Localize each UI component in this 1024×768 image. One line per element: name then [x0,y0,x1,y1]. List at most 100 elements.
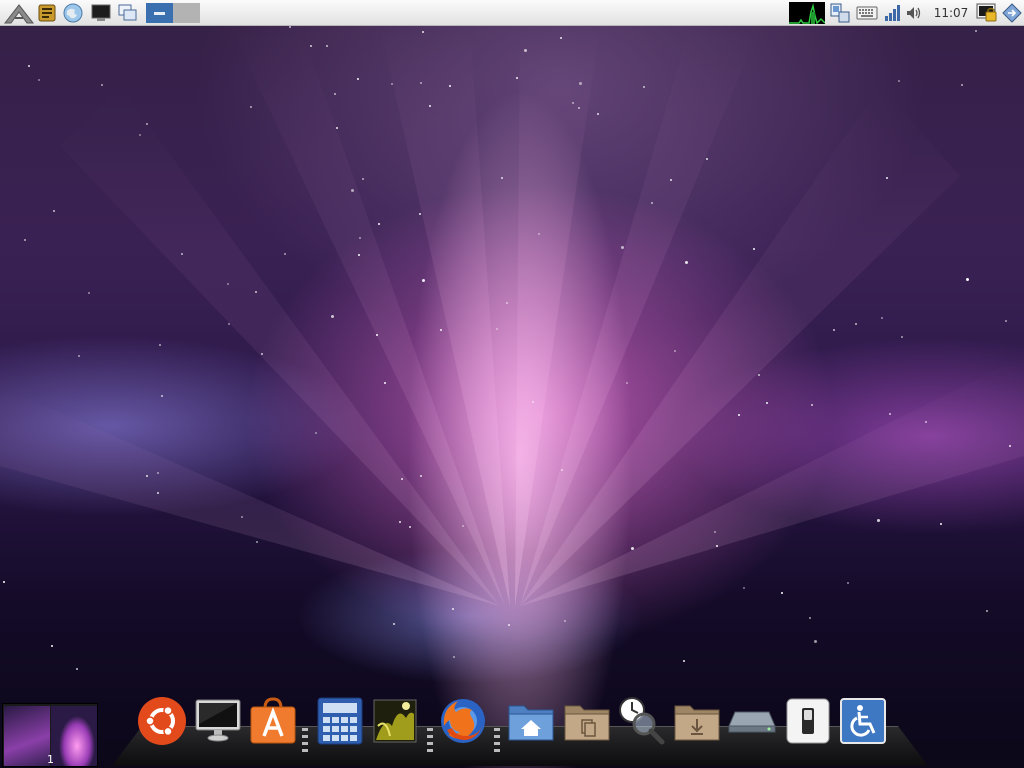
dock-item-documents-folder[interactable] [562,696,612,746]
star [1009,445,1011,447]
keyboard-layout-button[interactable] [855,2,879,24]
star [157,472,159,474]
dock-item-search[interactable] [616,696,666,746]
dock-item-switch[interactable] [783,696,833,746]
star [564,620,566,622]
lock-screen-button[interactable] [975,2,999,24]
star [966,278,969,281]
dock-item-downloads-folder[interactable] [672,696,722,746]
star [331,315,334,318]
notes-launcher[interactable] [37,2,57,24]
star [359,237,361,239]
star [898,80,900,82]
desktop-wallpaper[interactable] [0,26,1024,768]
dock-item-calculator[interactable] [315,696,365,746]
logout-button[interactable] [1001,2,1023,24]
star [975,30,977,32]
dock-item-drive[interactable] [727,696,777,746]
star [781,592,783,594]
star [758,374,760,376]
star [561,469,563,471]
star [384,382,386,384]
signal-indicator[interactable] [883,2,903,24]
app-menu-button[interactable] [2,2,36,24]
documents-folder-icon [564,705,610,741]
dock-item-monitor[interactable] [193,696,243,746]
star [336,127,338,129]
star [532,401,534,403]
star [391,83,393,85]
dock-item-firefox[interactable] [438,696,488,746]
star [146,123,148,125]
star [440,329,442,331]
star [3,581,5,583]
star [706,158,708,160]
star [901,336,903,338]
downloads-folder-icon [674,705,720,741]
star [429,105,431,107]
dock-item-software-center[interactable] [248,696,298,746]
dock-item-ubuntu[interactable] [137,696,187,746]
web-browser-icon [63,3,83,23]
star [453,656,455,658]
star [814,640,817,643]
star [621,246,624,249]
star [538,233,540,235]
workspace-2-thumbnail[interactable] [51,706,97,766]
star [881,317,883,319]
star [716,545,718,547]
star [139,134,141,136]
home-folder-icon [508,705,554,741]
star [462,525,464,527]
dock-item-home-folder[interactable] [506,696,556,746]
web-browser-launcher[interactable] [62,2,84,24]
star [227,283,229,285]
star [449,85,451,87]
star [631,547,634,550]
star [683,660,685,662]
star [809,617,811,619]
star [560,37,562,39]
show-desktop-button[interactable] [146,3,200,23]
cpu-monitor[interactable] [789,2,825,24]
star [685,261,688,264]
star [597,113,599,115]
volume-control[interactable] [905,2,923,24]
star [53,210,55,212]
star [508,624,510,626]
star [847,582,849,584]
star [961,84,963,86]
monitor-icon [195,699,241,742]
ubuntu-logo-icon [138,697,186,745]
app-menu-icon [3,4,35,24]
star [986,610,988,612]
star [159,344,161,346]
workspace-pager[interactable]: 1 [2,703,98,767]
star [161,395,163,397]
terminal-launcher[interactable] [90,2,112,24]
top-panel: 11:07 [0,0,1024,26]
network-indicator[interactable] [828,2,852,24]
drive-icon [728,711,776,733]
workspace-1-thumbnail[interactable] [4,706,50,766]
lock-screen-icon [976,3,997,22]
star [362,178,364,180]
star [643,86,645,88]
dock-item-image-viewer[interactable] [370,696,420,746]
star [516,77,518,79]
star [261,353,263,355]
keyboard-icon [856,6,878,20]
star [420,475,422,477]
star [886,177,888,179]
dock-item-accessibility[interactable] [838,696,888,746]
aurora-rays [0,26,1024,606]
star [506,302,508,304]
star [78,355,80,357]
star [674,350,676,352]
star [289,26,291,28]
dock-separator [302,728,308,756]
star [76,668,78,670]
switch-windows-button[interactable] [117,2,139,24]
terminal-icon [91,4,111,21]
panel-clock[interactable]: 11:07 [930,0,972,26]
